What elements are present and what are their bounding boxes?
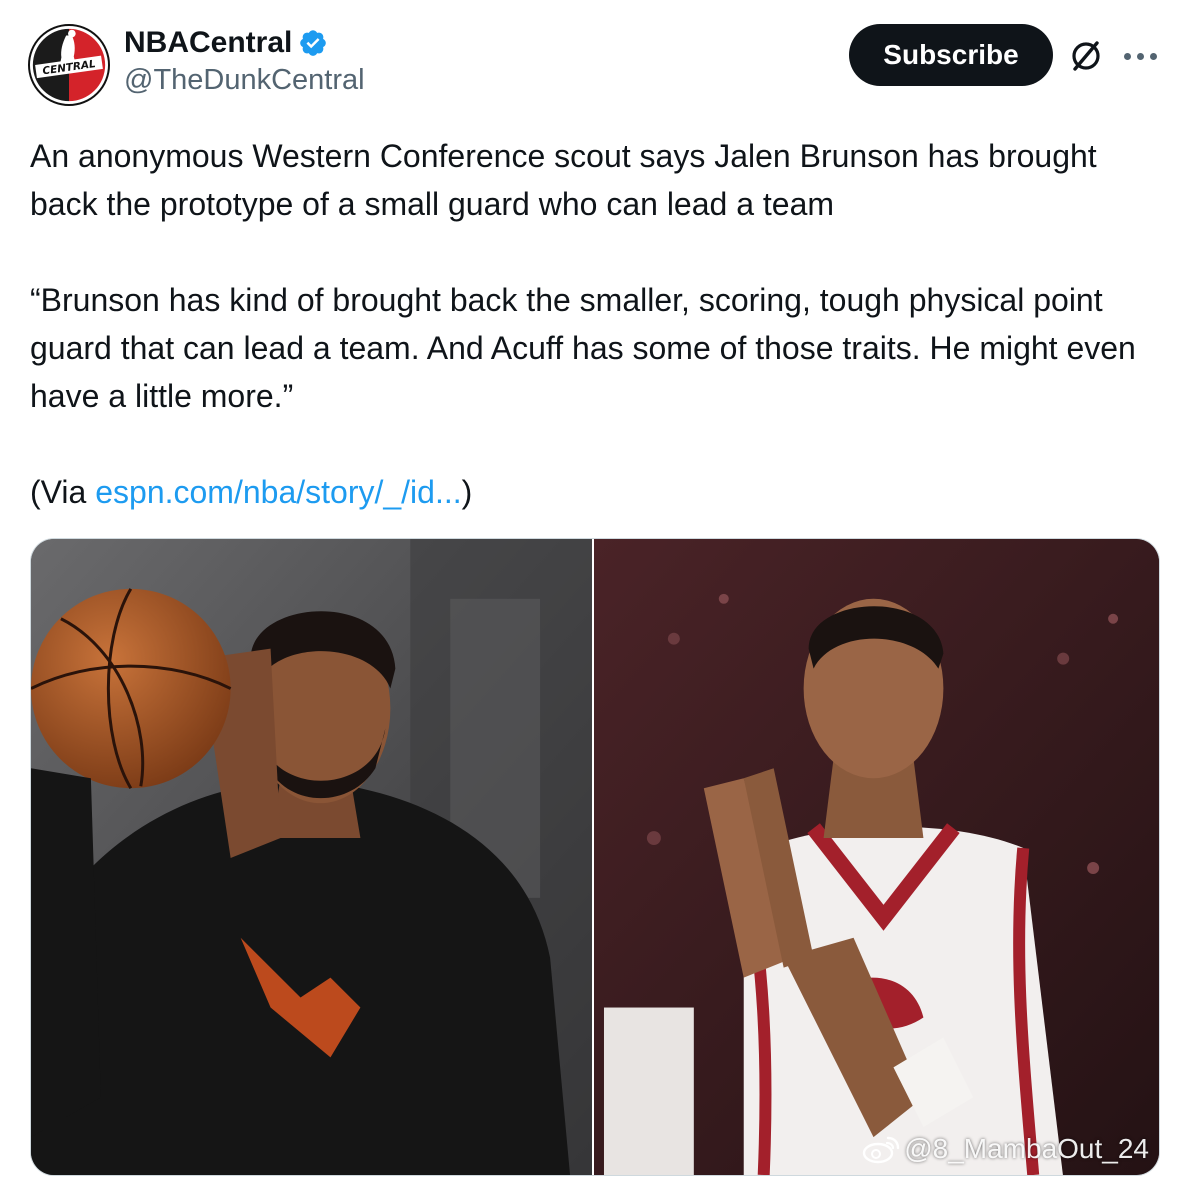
via-suffix: ) [461,474,473,510]
tweet-card: CENTRAL NBACentral @TheDunkCentral Subsc… [0,0,1184,1188]
photo-acuff[interactable]: @8_MambaOut_24 [594,539,1159,1175]
via-prefix: (Via [30,474,96,510]
tweet-paragraph-2: “Brunson has kind of brought back the sm… [30,282,1136,414]
espn-link[interactable]: espn.com/nba/story/_/id... [95,474,461,510]
more-icon[interactable] [1118,36,1162,76]
grok-icon[interactable] [1066,36,1106,76]
nbacentral-logo: CENTRAL [30,26,108,104]
verified-badge-icon[interactable] [298,28,328,58]
weibo-icon [863,1136,900,1164]
media-grid: @8_MambaOut_24 [30,538,1160,1176]
author-name-row: NBACentral [124,24,328,62]
subscribe-button[interactable]: Subscribe [849,24,1053,86]
tweet-via-line: (Via espn.com/nba/story/_/id...) [30,468,1160,516]
tweet-text: An anonymous Western Conference scout sa… [30,132,1160,516]
avatar[interactable]: CENTRAL [28,24,110,106]
author-handle[interactable]: @TheDunkCentral [124,64,365,97]
photo-jalen-brunson[interactable] [31,539,592,1175]
weibo-watermark: @8_MambaOut_24 [862,1133,1149,1165]
display-name[interactable]: NBACentral [124,26,292,60]
watermark-text: @8_MambaOut_24 [904,1133,1149,1164]
tweet-paragraph-1: An anonymous Western Conference scout sa… [30,138,1097,222]
